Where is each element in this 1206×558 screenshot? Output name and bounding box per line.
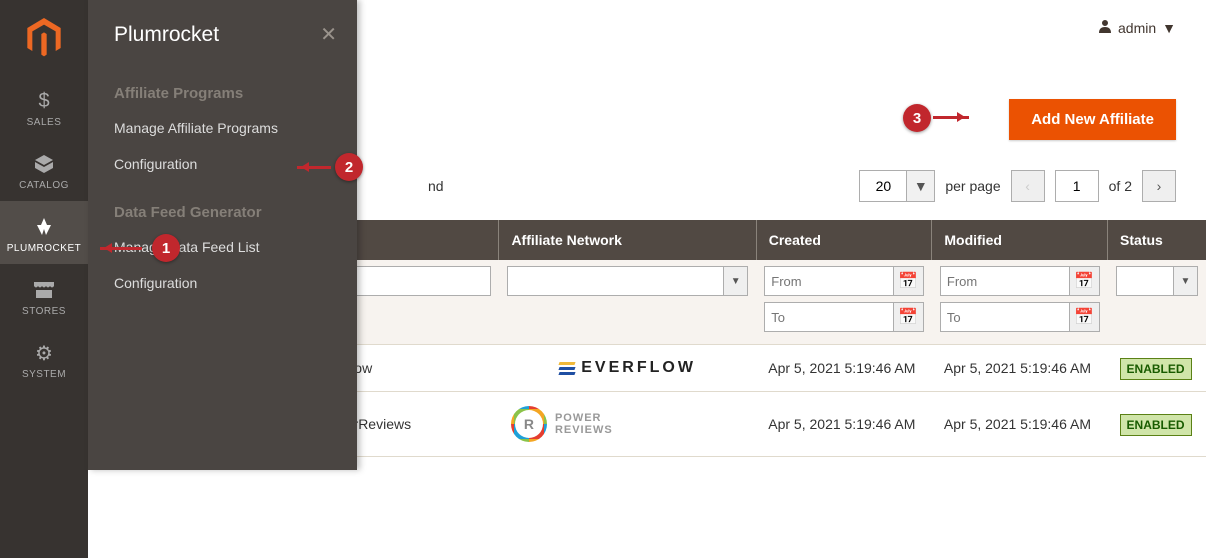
flyout-link-configuration-1[interactable]: Configuration (88, 146, 357, 182)
flyout-title: Plumrocket (114, 23, 219, 47)
cell-network: EVERFLOW (499, 345, 756, 392)
th-network[interactable]: Affiliate Network (499, 220, 756, 260)
chevron-down-icon: ▼ (724, 266, 748, 296)
status-badge: ENABLED (1120, 414, 1192, 436)
annotation-arrow (297, 166, 331, 169)
cube-icon (4, 152, 84, 176)
sidebar-label: STORES (4, 306, 84, 317)
filter-modified-from[interactable] (940, 266, 1070, 296)
gear-icon: ⚙ (4, 341, 84, 365)
prev-page-button[interactable]: ‹ (1011, 170, 1045, 202)
flyout-section-title: Data Feed Generator (88, 182, 357, 229)
sidebar-item-stores[interactable]: STORES (0, 264, 88, 327)
calendar-icon[interactable]: 📅 (1070, 266, 1100, 296)
filter-modified-to[interactable] (940, 302, 1070, 332)
dollar-icon: $ (4, 89, 84, 113)
flyout-link-configuration-2[interactable]: Configuration (88, 265, 357, 301)
flyout-panel: Plumrocket ✕ Affiliate Programs Manage A… (88, 0, 357, 470)
filter-created-from[interactable] (764, 266, 894, 296)
cell-network: R POWERREVIEWS (499, 392, 756, 457)
calendar-icon[interactable]: 📅 (1070, 302, 1100, 332)
stores-icon (4, 278, 84, 302)
annotation-arrow (933, 116, 969, 119)
page-size-select[interactable]: ▼ (859, 170, 935, 202)
chevron-down-icon[interactable]: ▼ (907, 170, 935, 202)
per-page-label: per page (945, 178, 1000, 194)
cell-created: Apr 5, 2021 5:19:46 AM (756, 392, 932, 457)
powerreviews-logo: R POWERREVIEWS (511, 406, 744, 442)
sidebar-item-sales[interactable]: $ SALES (0, 75, 88, 138)
cell-modified: Apr 5, 2021 5:19:46 AM (932, 345, 1108, 392)
sidebar-item-plumrocket[interactable]: PLUMROCKET (0, 201, 88, 264)
status-badge: ENABLED (1120, 358, 1192, 380)
chevron-down-icon: ▼ (1174, 266, 1198, 296)
cell-created: Apr 5, 2021 5:19:46 AM (756, 345, 932, 392)
user-name: admin (1118, 20, 1156, 36)
next-page-button[interactable]: › (1142, 170, 1176, 202)
annotation-badge-1: 1 (152, 234, 180, 262)
annotation-badge-3: 3 (903, 104, 931, 132)
total-pages-label: of 2 (1109, 178, 1132, 194)
sidebar-label: SYSTEM (4, 369, 84, 380)
filter-created-to[interactable] (764, 302, 894, 332)
sidebar-label: PLUMROCKET (4, 243, 84, 254)
sidebar-label: CATALOG (4, 180, 84, 191)
admin-sidebar: $ SALES CATALOG PLUMROCKET STORES ⚙ SYST… (0, 0, 88, 558)
plumrocket-icon (4, 215, 84, 239)
sidebar-label: SALES (4, 117, 84, 128)
page-size-input[interactable] (859, 170, 907, 202)
add-new-affiliate-button[interactable]: Add New Affiliate (1009, 99, 1176, 140)
filter-network-select[interactable]: ▼ (507, 266, 748, 296)
user-menu[interactable]: admin ▼ (1098, 19, 1176, 36)
th-status[interactable]: Status (1108, 220, 1206, 260)
annotation-badge-2: 2 (335, 153, 363, 181)
flyout-section-title: Affiliate Programs (88, 63, 357, 110)
current-page-input[interactable] (1055, 170, 1099, 202)
calendar-icon[interactable]: 📅 (894, 302, 924, 332)
th-created[interactable]: Created (756, 220, 932, 260)
calendar-icon[interactable]: 📅 (894, 266, 924, 296)
filter-status-select[interactable]: ▼ (1116, 266, 1198, 296)
sidebar-item-system[interactable]: ⚙ SYSTEM (0, 327, 88, 390)
chevron-down-icon: ▼ (1162, 20, 1176, 36)
magento-logo[interactable] (0, 0, 88, 75)
user-icon (1098, 19, 1112, 36)
sidebar-item-catalog[interactable]: CATALOG (0, 138, 88, 201)
cell-modified: Apr 5, 2021 5:19:46 AM (932, 392, 1108, 457)
th-modified[interactable]: Modified (932, 220, 1108, 260)
close-icon[interactable]: ✕ (320, 22, 337, 47)
annotation-arrow (100, 247, 142, 250)
flyout-link-manage-affiliate[interactable]: Manage Affiliate Programs (88, 110, 357, 146)
everflow-logo: EVERFLOW (511, 359, 744, 377)
